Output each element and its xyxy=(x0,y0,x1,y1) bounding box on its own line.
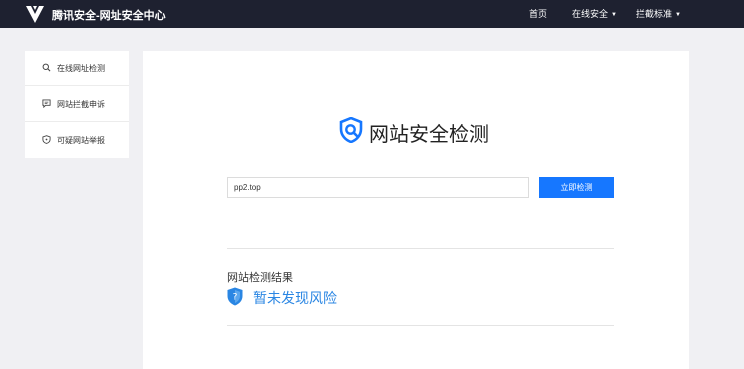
shield-icon xyxy=(42,135,51,144)
sidebar-item-label: 在线网址检测 xyxy=(57,64,105,73)
top-navbar: 腾讯安全-网址安全中心 首页 在线安全 ▼ 拦截标准 ▼ xyxy=(0,0,744,28)
main-panel: 网站安全检测 立即检测 网站检测结果 ? 暂未发现风险 xyxy=(143,51,689,369)
sidebar-item-url-check[interactable]: 在线网址检测 xyxy=(25,51,129,86)
divider xyxy=(227,248,614,249)
tencent-security-logo-icon[interactable] xyxy=(24,3,46,25)
message-icon xyxy=(42,99,51,108)
svg-text:?: ? xyxy=(233,293,238,303)
result-status: 暂未发现风险 xyxy=(253,290,337,306)
sidebar-item-label: 网站拦截申诉 xyxy=(57,100,105,109)
nav-block-standard-label: 拦截标准 xyxy=(636,9,673,19)
sidebar-item-report[interactable]: 可疑网站举报 xyxy=(25,123,129,158)
sidebar-item-appeal[interactable]: 网站拦截申诉 xyxy=(25,87,129,122)
nav-online-security[interactable]: 在线安全 ▼ xyxy=(572,7,617,20)
divider xyxy=(227,325,614,326)
shield-search-icon xyxy=(339,117,363,143)
nav-online-security-label: 在线安全 xyxy=(572,9,609,19)
page-title: 网站安全检测 xyxy=(369,124,489,146)
url-input[interactable] xyxy=(227,177,529,198)
result-heading: 网站检测结果 xyxy=(227,272,293,284)
check-now-button[interactable]: 立即检测 xyxy=(539,177,614,198)
caret-down-icon: ▼ xyxy=(675,12,681,18)
caret-down-icon: ▼ xyxy=(611,12,617,18)
search-icon xyxy=(42,63,51,72)
sidebar: 在线网址检测 网站拦截申诉 可疑网站举报 xyxy=(25,51,129,158)
brand-title[interactable]: 腾讯安全-网址安全中心 xyxy=(52,7,166,23)
sidebar-item-label: 可疑网站举报 xyxy=(57,136,105,145)
safe-shield-icon: ? xyxy=(227,287,243,306)
nav-block-standard[interactable]: 拦截标准 ▼ xyxy=(636,7,681,20)
nav-home[interactable]: 首页 xyxy=(529,7,547,20)
